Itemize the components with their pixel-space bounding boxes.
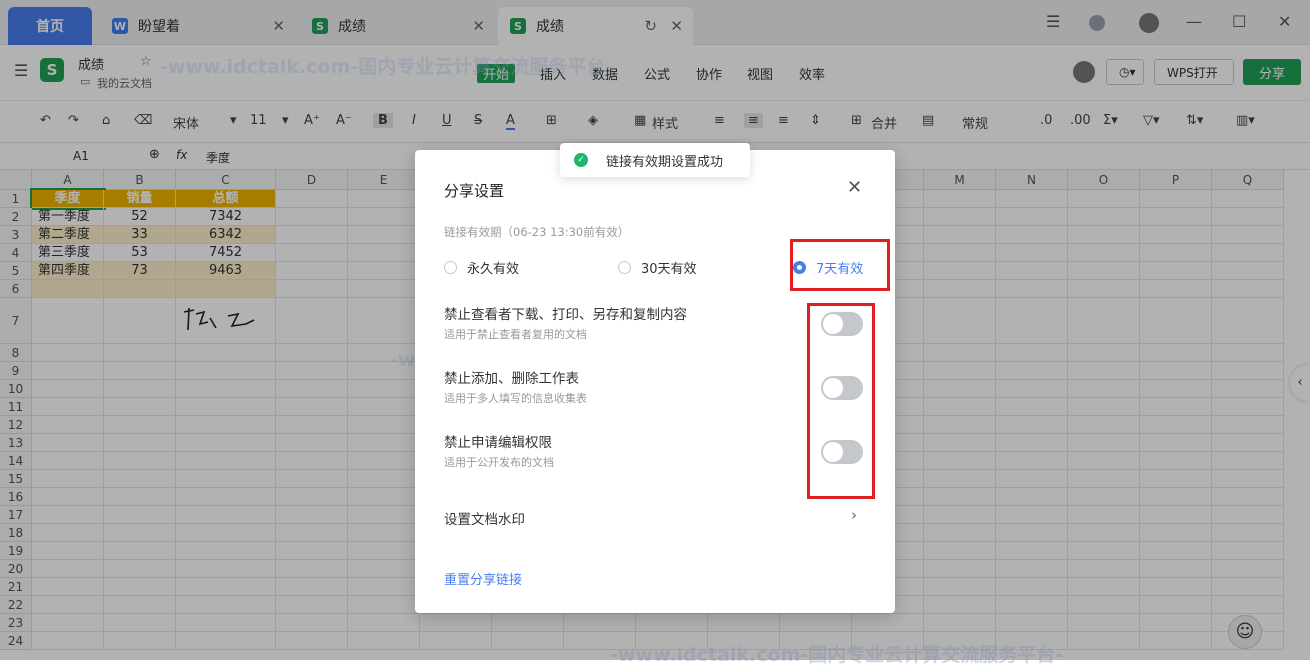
reset-share-link[interactable]: 重置分享链接 bbox=[444, 569, 522, 588]
toast-text: 链接有效期设置成功 bbox=[606, 154, 724, 170]
highlight-box bbox=[807, 303, 875, 499]
watermark-text: -www.idctalk.com-国内专业云计算交流服务平台- bbox=[610, 644, 1064, 666]
chevron-right-icon[interactable]: › bbox=[851, 506, 857, 524]
toggle-title-no-download: 禁止查看者下载、打印、另存和复制内容 bbox=[444, 307, 687, 323]
success-toast: ✓ 链接有效期设置成功 bbox=[560, 143, 750, 177]
toggle-title-no-sheet-edit: 禁止添加、删除工作表 bbox=[444, 371, 579, 387]
highlight-box bbox=[790, 239, 890, 291]
radio-30-days[interactable]: 30天有效 bbox=[618, 258, 697, 277]
toggle-desc-no-download: 适用于禁止查看者复用的文档 bbox=[444, 328, 587, 341]
toggle-desc-no-edit-request: 适用于公开发布的文档 bbox=[444, 456, 554, 469]
dialog-title: 分享设置 bbox=[444, 182, 505, 200]
radio-permanent[interactable]: 永久有效 bbox=[444, 258, 519, 277]
close-icon[interactable]: ✕ bbox=[847, 177, 862, 198]
radio-label: 永久有效 bbox=[467, 262, 520, 277]
radio-dot[interactable] bbox=[618, 261, 631, 274]
watermark-setting[interactable]: 设置文档水印 bbox=[444, 508, 525, 528]
check-icon: ✓ bbox=[574, 153, 588, 167]
watermark-text: -www.idctalk.com-国内专业云计算交流服务平台- bbox=[160, 56, 614, 78]
radio-dot[interactable] bbox=[444, 261, 457, 274]
radio-label: 30天有效 bbox=[641, 262, 697, 277]
validity-label: 链接有效期（06-23 13:30前有效） bbox=[444, 225, 630, 239]
toggle-title-no-edit-request: 禁止申请编辑权限 bbox=[444, 435, 552, 451]
toggle-desc-no-sheet-edit: 适用于多人填写的信息收集表 bbox=[444, 392, 587, 405]
